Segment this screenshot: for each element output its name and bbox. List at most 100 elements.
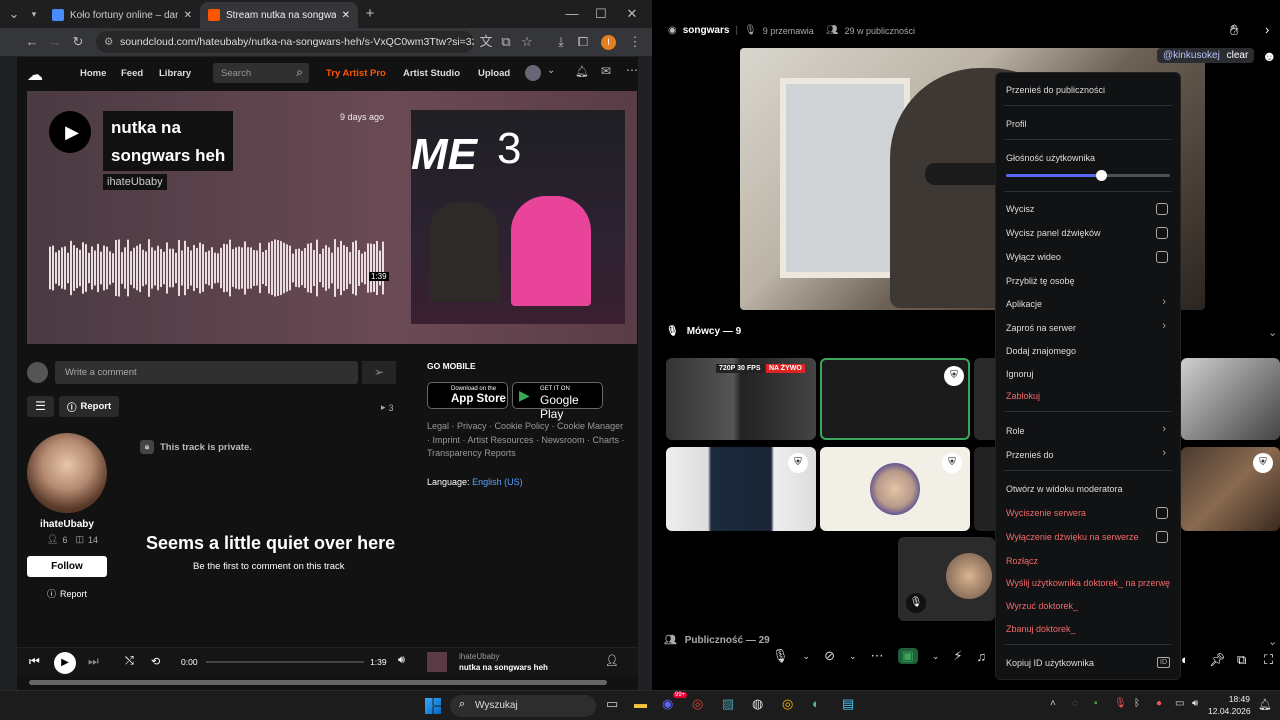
menu-copy-id[interactable]: Kopiuj ID użytkownika <box>1006 658 1094 668</box>
pin-icon[interactable]: 📌︎ <box>1209 652 1226 668</box>
chevron-down-icon[interactable]: ⌄ <box>547 65 555 76</box>
shuffle-icon[interactable]: ⤭ <box>125 655 134 668</box>
minimize-icon[interactable]: — <box>562 0 582 28</box>
back-icon[interactable]: ← <box>22 28 42 56</box>
menu-roles[interactable]: Role <box>1006 426 1025 436</box>
player-title[interactable]: nutka na songwars heh <box>459 663 548 672</box>
progress-track[interactable] <box>206 661 364 663</box>
profile-avatar[interactable] <box>27 433 107 513</box>
menu-server-deafen[interactable]: Wyłączenie dźwięku na serwerze <box>1006 532 1138 542</box>
menu-kick[interactable]: Wyrzuć doktorek_ <box>1006 601 1078 611</box>
bookmark-star-icon[interactable]: ☆ <box>517 28 537 56</box>
menu-disable-video[interactable]: Wyłącz wideo <box>1006 252 1061 262</box>
menu-zoom-user[interactable]: Przybliż tę osobę <box>1006 276 1075 286</box>
translate-icon[interactable]: 文 <box>476 28 496 56</box>
speaker-icon[interactable]: 🔊︎ <box>1192 698 1198 709</box>
share-icon[interactable]: ☰ <box>27 396 54 417</box>
repeat-icon[interactable]: ⟲ <box>151 655 160 668</box>
server-mute-checkbox[interactable] <box>1156 507 1168 519</box>
previous-icon[interactable]: ⏮ <box>29 654 40 669</box>
forward-icon[interactable]: → <box>45 28 65 56</box>
menu-invite-server[interactable]: Zaproś na serwer <box>1006 323 1076 333</box>
tray-bluetooth-icon[interactable]: ᛒ <box>1134 698 1140 709</box>
nav-library[interactable]: Library <box>159 68 191 79</box>
more-dots-icon[interactable]: ⋯ <box>626 63 638 77</box>
chevron-down-icon[interactable]: ⌄ <box>1268 326 1277 339</box>
app-store-badge[interactable]: Download on the App Store <box>427 382 508 409</box>
photos-app-icon[interactable]: ▨ <box>722 696 734 712</box>
volume-slider[interactable] <box>1006 170 1170 181</box>
play-button[interactable]: ▶ <box>54 652 76 674</box>
follow-artist-icon[interactable]: 👤︎ <box>605 654 619 667</box>
speaker-tile-avatar[interactable]: ⛨ <box>820 447 970 531</box>
speaker-tile-right[interactable]: ⛨ <box>1181 447 1280 531</box>
notepad-app-icon[interactable]: ▤ <box>842 696 854 712</box>
tab-soundcloud[interactable]: Stream nutka na songwars heh ✕ <box>200 2 358 28</box>
soundboard-icon[interactable]: ♫ <box>977 649 987 664</box>
avatar[interactable]: ☻ <box>1262 48 1277 64</box>
more-dots-icon[interactable]: ⋯ <box>871 648 884 664</box>
chevron-down-icon[interactable]: ▾ <box>24 0 44 28</box>
tray-app-icon[interactable]: ◌ <box>1072 698 1078 709</box>
menu-block[interactable]: Zablokuj <box>1006 391 1040 401</box>
maximize-icon[interactable]: ☐ <box>591 0 611 28</box>
chevron-down-icon[interactable]: ⌄ <box>932 651 940 662</box>
clock-time[interactable]: 18:49 <box>1208 694 1250 704</box>
menu-ignore[interactable]: Ignoruj <box>1006 369 1034 379</box>
task-view-icon[interactable]: ▭ <box>606 696 618 712</box>
try-artist-pro-link[interactable]: Try Artist Pro <box>326 68 386 79</box>
tab-search-icon[interactable]: ⌄ <box>4 0 24 28</box>
mute-checkbox[interactable] <box>1156 203 1168 215</box>
waveform[interactable] <box>49 236 385 300</box>
notifications-bell-icon[interactable]: 🔔︎ <box>575 65 589 78</box>
close-icon[interactable]: ✕ <box>184 10 192 21</box>
track-artist[interactable]: ihateUbaby <box>103 174 167 190</box>
chevron-down-icon[interactable]: ⌄ <box>1268 635 1277 648</box>
volume-icon[interactable]: 🔊︎ <box>398 654 405 667</box>
menu-timeout[interactable]: Wyślij użytkownika doktorek_ na przerwę <box>1006 578 1170 588</box>
profile-name[interactable]: ihateUbaby <box>27 519 107 530</box>
tray-app2-icon[interactable]: ● <box>1156 698 1162 709</box>
steam-app-icon[interactable]: ◍ <box>752 696 763 712</box>
profile-report-link[interactable]: ⓘ Report <box>47 587 87 600</box>
menu-move-to-audience[interactable]: Przenieś do publiczności <box>1006 85 1105 95</box>
discord-app-icon[interactable]: ◉ <box>662 696 673 712</box>
reload-icon[interactable]: ↻ <box>68 28 88 56</box>
menu-add-friend[interactable]: Dodaj znajomego <box>1006 346 1076 356</box>
soundcloud-logo-icon[interactable]: ☁ <box>27 65 43 85</box>
menu-disconnect[interactable]: Rozłącz <box>1006 556 1038 566</box>
messages-icon[interactable]: ✉ <box>601 64 611 78</box>
disable-video-checkbox[interactable] <box>1156 251 1168 263</box>
chevron-down-icon[interactable]: ⌄ <box>803 651 811 662</box>
menu-ban[interactable]: Zbanuj doktorek_ <box>1006 624 1076 634</box>
notifications-icon[interactable]: 🔔︎ <box>1258 698 1272 711</box>
volume-slider-handle[interactable] <box>1096 170 1108 181</box>
speaker-tile-manga[interactable]: ⛨ <box>666 447 816 531</box>
edge-app-icon[interactable]: ◐ <box>812 696 820 711</box>
google-play-badge[interactable]: ▶ GET IT ON Google Play <box>512 382 603 421</box>
tray-expand-icon[interactable]: ˄ <box>1050 698 1056 709</box>
close-icon[interactable]: ✕ <box>342 10 350 21</box>
extensions-icon[interactable]: ⧠ <box>573 28 593 56</box>
mute-soundboard-checkbox[interactable] <box>1156 227 1168 239</box>
speaker-tile-right[interactable] <box>1181 358 1280 440</box>
chrome-profile-app-icon[interactable]: ◎ <box>782 696 793 712</box>
menu-move-to[interactable]: Przenieś do <box>1006 450 1054 460</box>
tray-mic-icon[interactable]: 🎙︎ <box>1114 698 1127 709</box>
language-selector[interactable]: Language: English (US) <box>427 477 523 487</box>
file-explorer-icon[interactable]: ▬ <box>634 696 647 711</box>
server-deafen-checkbox[interactable] <box>1156 531 1168 543</box>
menu-mute-soundboard[interactable]: Wycisz panel dźwięków <box>1006 228 1100 238</box>
camera-off-icon[interactable]: ⊘ <box>824 648 835 664</box>
menu-server-mute[interactable]: Wyciszenie serwera <box>1006 508 1086 518</box>
download-icon[interactable]: ⤓ <box>551 28 571 56</box>
speaker-tile-active[interactable]: ⛨ <box>820 358 970 440</box>
raise-hand-icon[interactable]: ✋︎ <box>1230 22 1239 39</box>
search-input[interactable]: Search ⌕ <box>213 63 309 83</box>
speaker-tile-muted[interactable]: 🎙︎ <box>898 537 995 621</box>
clock-date[interactable]: 12.04.2026 <box>1208 706 1251 716</box>
close-window-icon[interactable]: ✕ <box>622 0 642 28</box>
windows-start-icon[interactable] <box>425 698 441 714</box>
send-icon[interactable]: ➢ <box>362 361 396 384</box>
speaker-tile-stream[interactable]: 720P 30 FPS NA ŻYWO <box>666 358 816 440</box>
